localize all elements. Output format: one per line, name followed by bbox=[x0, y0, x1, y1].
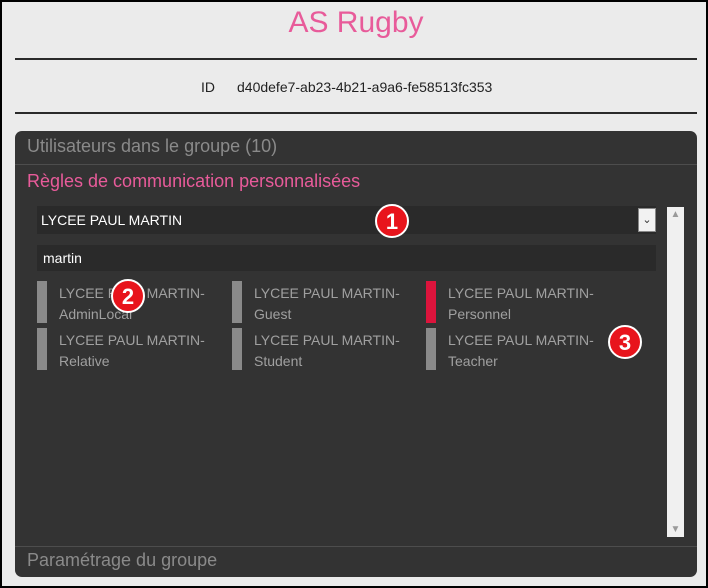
group-item-guest[interactable]: LYCEE PAUL MARTIN-Guest bbox=[232, 281, 422, 323]
scroll-down-icon[interactable]: ▼ bbox=[667, 524, 684, 535]
group-toggle-bar[interactable] bbox=[426, 281, 436, 323]
group-toggle-bar[interactable] bbox=[37, 281, 47, 323]
group-toggle-bar[interactable] bbox=[426, 328, 436, 370]
group-panel: Utilisateurs dans le groupe (10) Règles … bbox=[15, 131, 697, 577]
group-item-label: LYCEE PAUL MARTIN-Teacher bbox=[448, 332, 594, 369]
group-toggle-bar[interactable] bbox=[232, 328, 242, 370]
window-frame: AS Rugby ID d40defe7-ab23-4b21-a9a6-fe58… bbox=[0, 0, 708, 588]
group-toggle-bar[interactable] bbox=[232, 281, 242, 323]
divider bbox=[15, 546, 697, 547]
group-item-label: LYCEE PAUL MARTIN-Personnel bbox=[448, 285, 594, 322]
group-item-relative[interactable]: LYCEE PAUL MARTIN-Relative bbox=[37, 328, 227, 370]
group-settings-header[interactable]: Paramétrage du groupe bbox=[15, 550, 697, 571]
search-input[interactable]: martin bbox=[37, 245, 656, 271]
group-item-label: LYCEE PAUL MARTIN-Guest bbox=[254, 285, 400, 322]
group-item-label: LYCEE PAUL MARTIN-Student bbox=[254, 332, 400, 369]
communication-rules-header[interactable]: Règles de communication personnalisées bbox=[15, 171, 697, 192]
id-value: d40defe7-ab23-4b21-a9a6-fe58513fc353 bbox=[237, 79, 493, 95]
group-item-student[interactable]: LYCEE PAUL MARTIN-Student bbox=[232, 328, 422, 370]
group-item-teacher[interactable]: LYCEE PAUL MARTIN-Teacher bbox=[426, 328, 616, 370]
users-section-header[interactable]: Utilisateurs dans le groupe (10) bbox=[15, 136, 697, 157]
callout-badge-2: 2 bbox=[111, 279, 145, 313]
page-title: AS Rugby bbox=[288, 6, 424, 39]
scrollbar[interactable]: ▲ ▼ bbox=[667, 207, 684, 537]
group-item-personnel[interactable]: LYCEE PAUL MARTIN-Personnel bbox=[426, 281, 616, 323]
callout-badge-3: 3 bbox=[608, 325, 642, 359]
scroll-up-icon[interactable]: ▲ bbox=[667, 209, 684, 220]
chevron-down-icon[interactable]: ⌄ bbox=[638, 208, 656, 232]
group-item-label: LYCEE PAUL MARTIN-Relative bbox=[59, 332, 205, 369]
divider bbox=[15, 164, 697, 165]
id-label: ID bbox=[201, 79, 215, 95]
group-toggle-bar[interactable] bbox=[37, 328, 47, 370]
callout-badge-1: 1 bbox=[375, 204, 409, 238]
school-select-value: LYCEE PAUL MARTIN bbox=[41, 212, 183, 228]
school-select[interactable]: LYCEE PAUL MARTIN ⌄ bbox=[37, 206, 656, 234]
divider bbox=[15, 112, 697, 114]
group-id-row: ID d40defe7-ab23-4b21-a9a6-fe58513fc353 bbox=[2, 79, 708, 97]
divider bbox=[15, 58, 697, 60]
